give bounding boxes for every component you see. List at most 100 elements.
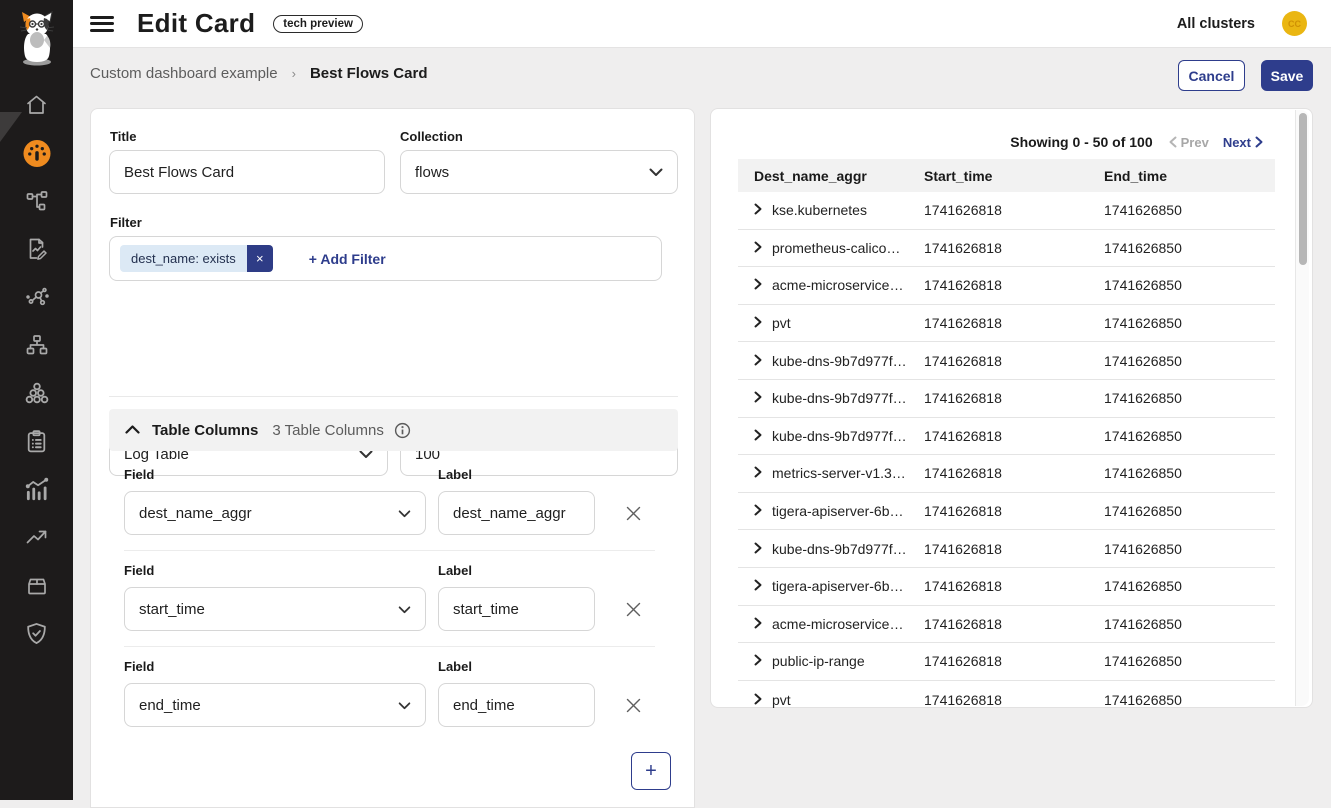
expand-row-icon[interactable] [754, 692, 762, 708]
cell-end-time: 1741626850 [1096, 503, 1275, 519]
field-label: Field [124, 563, 154, 578]
cell-dest-name: tigera-apiserver-6b… [772, 578, 904, 594]
cancel-button[interactable]: Cancel [1178, 60, 1245, 91]
table-row[interactable]: public-ip-range17416268181741626850 [738, 643, 1275, 681]
document-edit-icon [24, 237, 49, 261]
cluster-selector[interactable]: All clusters [1177, 16, 1255, 32]
hamburger-menu-icon[interactable] [90, 16, 114, 32]
breadcrumb-parent[interactable]: Custom dashboard example [90, 65, 278, 82]
table-row[interactable]: kube-dns-9b7d977f…17416268181741626850 [738, 418, 1275, 456]
expand-row-icon[interactable] [754, 240, 762, 256]
sidebar-item-home[interactable] [23, 93, 51, 117]
add-column-button[interactable]: + [631, 752, 671, 790]
cell-end-time: 1741626850 [1096, 277, 1275, 293]
sidebar-item-network-sets[interactable] [23, 285, 51, 309]
expand-row-icon[interactable] [754, 541, 762, 557]
table-row[interactable]: acme-microservice…17416268181741626850 [738, 606, 1275, 644]
sidebar-item-logs-report[interactable] [23, 237, 51, 261]
expand-row-icon[interactable] [754, 202, 762, 218]
remove-column-icon[interactable] [620, 692, 646, 718]
cell-dest-name: kube-dns-9b7d977f… [772, 353, 907, 369]
table-row[interactable]: tigera-apiserver-6b…17416268181741626850 [738, 493, 1275, 531]
table-columns-accordion[interactable]: Table Columns 3 Table Columns [109, 409, 678, 451]
sidebar-item-compliance-reports[interactable] [23, 429, 51, 453]
cell-end-time: 1741626850 [1096, 202, 1275, 218]
title-input[interactable]: Best Flows Card [109, 150, 385, 194]
pagination-showing: Showing 0 - 50 of 100 [1010, 134, 1152, 150]
chevron-left-icon [1169, 136, 1177, 148]
chevron-right-icon [1255, 136, 1263, 148]
cell-dest-name: acme-microservice… [772, 616, 903, 632]
next-page-button[interactable]: Next [1223, 135, 1263, 150]
field-select[interactable]: end_time [124, 683, 426, 727]
divider [124, 646, 655, 647]
cell-start-time: 1741626818 [919, 202, 1096, 218]
expand-row-icon[interactable] [754, 503, 762, 519]
sidebar-item-policies-tree[interactable] [23, 333, 51, 357]
field-select[interactable]: start_time [124, 587, 426, 631]
table-row[interactable]: kube-dns-9b7d977f… 17416268181741626850 [738, 342, 1275, 380]
calico-cat-logo[interactable] [14, 8, 60, 70]
table-row[interactable]: kube-dns-9b7d977f…17416268181741626850 [738, 530, 1275, 568]
cell-dest-name: prometheus-calico… [772, 240, 900, 256]
prev-page-button[interactable]: Prev [1169, 135, 1209, 150]
label-input[interactable]: dest_name_aggr [438, 491, 595, 535]
expand-row-icon[interactable] [754, 277, 762, 293]
remove-column-icon[interactable] [620, 500, 646, 526]
cell-end-time: 1741626850 [1096, 653, 1275, 669]
expand-row-icon[interactable] [754, 653, 762, 669]
table-row[interactable]: tigera-apiserver-6b…17416268181741626850 [738, 568, 1275, 606]
scrollbar-thumb[interactable] [1299, 113, 1307, 265]
table-row[interactable]: metrics-server-v1.3…17416268181741626850 [738, 455, 1275, 493]
sidebar-item-service-graph[interactable] [23, 189, 51, 213]
info-icon[interactable] [394, 422, 411, 439]
cell-start-time: 1741626818 [919, 315, 1096, 331]
cell-start-time: 1741626818 [919, 541, 1096, 557]
cell-start-time: 1741626818 [919, 390, 1096, 406]
sidebar-item-security[interactable] [23, 621, 51, 645]
add-filter-button[interactable]: + Add Filter [309, 251, 386, 267]
chevron-up-icon [125, 421, 140, 439]
expand-row-icon[interactable] [754, 616, 762, 632]
field-select[interactable]: dest_name_aggr [124, 491, 426, 535]
expand-row-icon[interactable] [754, 353, 762, 369]
sidebar-item-threat-feeds[interactable] [23, 525, 51, 549]
cell-end-time: 1741626850 [1096, 353, 1275, 369]
label-input[interactable]: end_time [438, 683, 595, 727]
filter-chip-remove-icon[interactable]: × [247, 245, 273, 272]
save-button[interactable]: Save [1261, 60, 1313, 91]
label-label: Label [438, 467, 472, 482]
chevron-down-icon [398, 697, 411, 714]
expand-row-icon[interactable] [754, 578, 762, 594]
filter-chip: dest_name: exists × [120, 245, 273, 272]
sidebar-item-dashboards[interactable] [23, 141, 51, 165]
preview-panel: Showing 0 - 50 of 100 Prev Next Dest_nam… [710, 108, 1313, 708]
expand-row-icon[interactable] [754, 390, 762, 406]
remove-column-icon[interactable] [620, 596, 646, 622]
expand-row-icon[interactable] [754, 315, 762, 331]
title-label: Title [110, 129, 137, 144]
collection-label: Collection [400, 129, 463, 144]
sidebar-item-analytics[interactable] [23, 477, 51, 501]
scrollbar-track[interactable] [1295, 110, 1309, 706]
chevron-down-icon [398, 601, 411, 618]
filter-box[interactable]: dest_name: exists × + Add Filter [109, 236, 662, 281]
table-columns-count: 3 Table Columns [272, 422, 383, 439]
cell-start-time: 1741626818 [919, 353, 1096, 369]
table-row[interactable]: acme-microservice…17416268181741626850 [738, 267, 1275, 305]
sidebar-item-clusters[interactable] [23, 381, 51, 405]
table-row[interactable]: prometheus-calico…17416268181741626850 [738, 230, 1275, 268]
chevron-down-icon [649, 164, 663, 181]
table-row[interactable]: pvt17416268181741626850 [738, 681, 1275, 719]
table-row[interactable]: kse.kubernetes17416268181741626850 [738, 192, 1275, 230]
expand-row-icon[interactable] [754, 465, 762, 481]
divider [109, 396, 678, 397]
expand-row-icon[interactable] [754, 428, 762, 444]
table-row[interactable]: pvt17416268181741626850 [738, 305, 1275, 343]
avatar[interactable]: CC [1282, 11, 1307, 36]
sidebar-item-packages[interactable] [23, 573, 51, 597]
label-input[interactable]: start_time [438, 587, 595, 631]
column-header: Dest_name_aggr [738, 168, 919, 184]
table-row[interactable]: kube-dns-9b7d977f…17416268181741626850 [738, 380, 1275, 418]
collection-select[interactable]: flows [400, 150, 678, 194]
